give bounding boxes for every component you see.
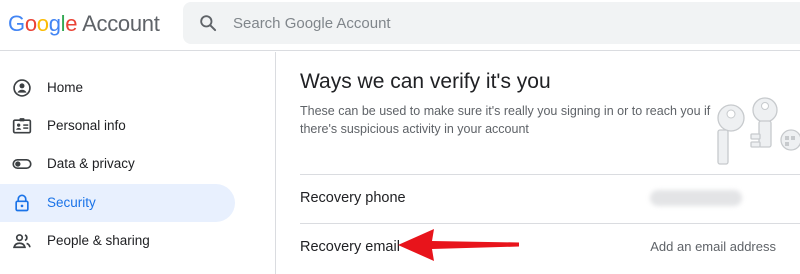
recovery-email-row[interactable]: Recovery email Add an email address (300, 223, 800, 271)
lock-icon (15, 194, 29, 212)
sidebar-item-label: Personal info (47, 118, 126, 133)
toggle-icon (12, 159, 32, 169)
sidebar-item-people-sharing[interactable]: People & sharing (0, 222, 235, 260)
recovery-phone-value-redacted (650, 190, 742, 206)
section-title: Ways we can verify it's you (300, 70, 551, 93)
people-icon (13, 234, 31, 249)
google-account-logo[interactable]: Google Account (8, 11, 160, 37)
app-header: Google Account (0, 0, 800, 51)
main-content: Ways we can verify it's you These can be… (277, 52, 800, 274)
sidebar-item-label: Home (47, 80, 84, 95)
sidebar-item-label: People & sharing (47, 233, 150, 248)
sidebar-item-label: Security (47, 195, 96, 210)
recovery-phone-label: Recovery phone (300, 190, 406, 206)
sidebar-item-home[interactable]: Home (0, 69, 235, 107)
search-icon[interactable] (198, 13, 218, 33)
section-description: These can be used to make sure it's real… (300, 104, 711, 136)
sidebar-nav: Home Personal info Data & privacy Securi… (0, 52, 276, 274)
id-card-icon (12, 118, 32, 134)
sidebar-item-label: Data & privacy (47, 156, 135, 171)
home-icon (13, 79, 31, 97)
sidebar-item-security[interactable]: Security (0, 184, 235, 222)
recovery-phone-row[interactable]: Recovery phone (300, 174, 800, 222)
keys-illustration-icon (717, 97, 800, 165)
sidebar-item-data-privacy[interactable]: Data & privacy (0, 145, 235, 183)
recovery-email-label: Recovery email (300, 239, 400, 255)
sidebar-item-personal-info[interactable]: Personal info (0, 107, 235, 145)
product-name: Account (82, 11, 160, 36)
recovery-email-value: Add an email address (650, 239, 776, 254)
search-input[interactable] (233, 2, 773, 44)
search-bar[interactable] (183, 2, 800, 44)
red-arrow-annotation (398, 229, 519, 261)
google-wordmark: Google (8, 11, 78, 36)
